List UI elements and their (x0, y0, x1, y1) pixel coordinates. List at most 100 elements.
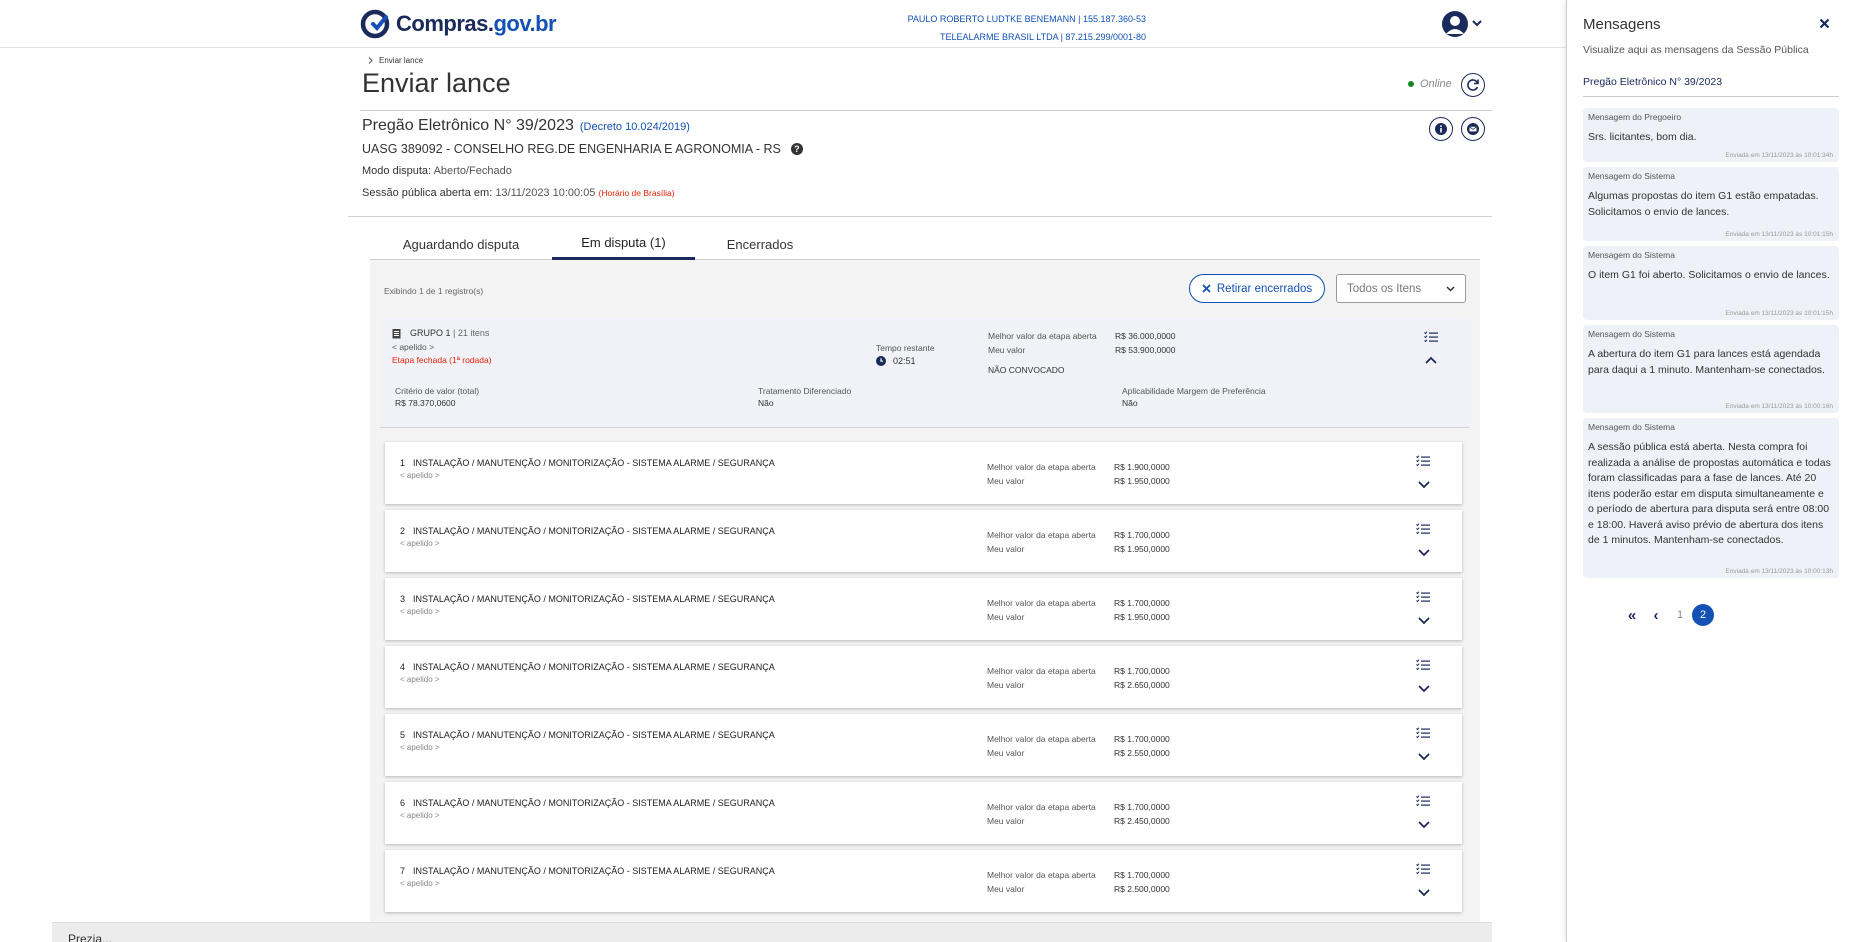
info-button[interactable] (1429, 117, 1453, 141)
group-melhor-label: Melhor valor da etapa aberta (988, 331, 1097, 341)
criterio-value: R$ 78.370,0600 (395, 398, 456, 408)
retirar-encerrados-button[interactable]: Retirar encerrados (1189, 274, 1325, 303)
item-apelido[interactable]: < apelido > (400, 811, 440, 820)
uasg-info: UASG 389092 - CONSELHO REG.DE ENGENHARIA… (362, 142, 803, 156)
refresh-button[interactable] (1461, 73, 1485, 97)
item-apelido[interactable]: < apelido > (400, 539, 440, 548)
item-melhor-label: Melhor valor da etapa aberta (987, 802, 1096, 812)
messages-subtitle: Visualize aqui as mensagens da Sessão Pú… (1583, 44, 1809, 56)
page-2-button[interactable]: 2 (1692, 604, 1714, 626)
tab-encerrados[interactable]: Encerrados (695, 228, 825, 260)
message-text: A abertura do item G1 para lances está a… (1588, 348, 1825, 376)
refresh-icon (1467, 79, 1479, 91)
item-card[interactable]: 7 INSTALAÇÃO / MANUTENÇÃO / MONITORIZAÇÃO… (385, 850, 1462, 912)
group-meu-label: Meu valor (988, 345, 1026, 355)
item-melhor-label: Melhor valor da etapa aberta (987, 462, 1096, 472)
tabs: Aguardando disputa Em disputa (1) Encerr… (370, 228, 1480, 260)
message-text: Algumas propostas do item G1 estão empat… (1588, 190, 1819, 218)
item-apelido[interactable]: < apelido > (400, 743, 440, 752)
message-time: Enviada em 13/11/2023 às 10:01:15h (1725, 231, 1833, 238)
chevron-down-icon[interactable] (1417, 684, 1431, 694)
cookie-bar: Prezia... (52, 922, 1492, 942)
sessao-publica: Sessão pública aberta em: 13/11/2023 10:… (362, 187, 675, 199)
item-meu-value: R$ 2.500,0000 (1114, 884, 1170, 894)
message-sender: Mensagem do Pregoeiro (1588, 112, 1682, 122)
chevron-down-icon[interactable] (1417, 888, 1431, 898)
breadcrumb-current[interactable]: Enviar lance (379, 56, 423, 65)
breadcrumb: Enviar lance (368, 56, 423, 65)
user-avatar-icon[interactable] (1442, 11, 1468, 37)
tab-em-disputa[interactable]: Em disputa (1) (552, 228, 695, 260)
message-item: Mensagem do Sistema A sessão pública está… (1583, 418, 1839, 578)
help-icon[interactable]: ? (790, 143, 803, 155)
item-melhor-value: R$ 1.700,0000 (1114, 598, 1170, 608)
chevron-down-icon[interactable] (1472, 14, 1482, 30)
clipboard-icon (392, 329, 401, 339)
item-card[interactable]: 1 INSTALAÇÃO / MANUTENÇÃO / MONITORIZAÇÃO… (385, 442, 1462, 504)
tratamento-label: Tratamento Diferenciado (758, 386, 852, 396)
item-meu-value: R$ 2.450,0000 (1114, 816, 1170, 826)
item-card[interactable]: 4 INSTALAÇÃO / MANUTENÇÃO / MONITORIZAÇÃO… (385, 646, 1462, 708)
list-icon[interactable] (1416, 795, 1430, 806)
page-title: Enviar lance (362, 68, 511, 98)
logo-text: Compras.gov.br (396, 11, 557, 36)
page-1-button[interactable]: 1 (1668, 604, 1692, 626)
message-time: Enviada em 13/11/2023 às 10:00:16h (1725, 403, 1833, 410)
item-melhor-value: R$ 1.700,0000 (1114, 734, 1170, 744)
message-item: Mensagem do Sistema A abertura do item G1… (1583, 325, 1839, 413)
top-bar: Compras.gov.br PAULO ROBERTO LUDTKE BENE… (0, 0, 1566, 48)
item-melhor-label: Melhor valor da etapa aberta (987, 666, 1096, 676)
item-card[interactable]: 3 INSTALAÇÃO / MANUTENÇÃO / MONITORIZAÇÃO… (385, 578, 1462, 640)
item-card[interactable]: 6 INSTALAÇÃO / MANUTENÇÃO / MONITORIZAÇÃO… (385, 782, 1462, 844)
chevron-up-icon[interactable] (1425, 356, 1437, 364)
item-apelido[interactable]: < apelido > (400, 675, 440, 684)
chevron-down-icon[interactable] (1417, 548, 1431, 558)
item-apelido[interactable]: < apelido > (400, 879, 440, 888)
item-title: 2 INSTALAÇÃO / MANUTENÇÃO / MONITORIZAÇÃO… (400, 526, 775, 536)
chevron-down-icon[interactable] (1417, 480, 1431, 490)
message-item: Mensagem do Pregoeiro Srs. licitantes, bo… (1583, 108, 1839, 162)
first-page-button[interactable]: « (1620, 604, 1644, 626)
group-etapa: Etapa fechada (1ª rodada) (392, 355, 492, 365)
item-melhor-value: R$ 1.700,0000 (1114, 802, 1170, 812)
list-icon[interactable] (1416, 659, 1430, 670)
item-apelido[interactable]: < apelido > (400, 471, 440, 480)
tratamento-value: Não (758, 398, 774, 408)
item-title: 7 INSTALAÇÃO / MANUTENÇÃO / MONITORIZAÇÃO… (400, 866, 775, 876)
item-apelido[interactable]: < apelido > (400, 607, 440, 616)
logo-icon (360, 9, 390, 39)
messages-panel: Mensagens Visualize aqui as mensagens da… (1566, 0, 1856, 942)
close-icon[interactable] (1819, 16, 1830, 33)
message-item: Mensagem do Sistema Algumas propostas do … (1583, 167, 1839, 241)
info-icon (1435, 123, 1447, 135)
mail-button[interactable] (1461, 117, 1485, 141)
item-meu-label: Meu valor (987, 816, 1025, 826)
clock-icon (876, 356, 886, 366)
list-icon[interactable] (1416, 863, 1430, 874)
list-icon[interactable] (1416, 727, 1430, 738)
tab-aguardando-disputa[interactable]: Aguardando disputa (370, 228, 552, 260)
item-card[interactable]: 2 INSTALAÇÃO / MANUTENÇÃO / MONITORIZAÇÃO… (385, 510, 1462, 572)
list-icon[interactable] (1416, 455, 1430, 466)
modo-disputa: Modo disputa: Aberto/Fechado (362, 165, 512, 177)
item-meu-label: Meu valor (987, 748, 1025, 758)
list-icon[interactable] (1416, 523, 1430, 534)
item-meu-label: Meu valor (987, 476, 1025, 486)
item-card[interactable]: 5 INSTALAÇÃO / MANUTENÇÃO / MONITORIZAÇÃO… (385, 714, 1462, 776)
prev-page-button[interactable]: ‹ (1644, 604, 1668, 626)
list-icon[interactable] (1416, 591, 1430, 602)
compras-logo[interactable]: Compras.gov.br (360, 8, 557, 40)
list-icon[interactable] (1424, 331, 1438, 342)
online-status: Online (1408, 78, 1452, 90)
close-icon (1202, 284, 1211, 293)
chevron-down-icon[interactable] (1417, 616, 1431, 626)
chevron-down-icon[interactable] (1417, 820, 1431, 830)
user-info[interactable]: PAULO ROBERTO LUDTKE BENEMANN | 155.187.… (908, 10, 1146, 46)
decreto-link[interactable]: (Decreto 10.024/2019) (580, 121, 690, 133)
chevron-down-icon[interactable] (1417, 752, 1431, 762)
group-card: GRUPO 1 | 21 itens < apelido > Etapa fec… (380, 318, 1470, 428)
group-meu-value: R$ 53.900,0000 (1115, 345, 1176, 355)
group-apelido[interactable]: < apelido > (392, 342, 434, 352)
chevron-down-icon (1446, 285, 1455, 292)
items-filter-select[interactable]: Todos os Itens (1336, 274, 1466, 303)
